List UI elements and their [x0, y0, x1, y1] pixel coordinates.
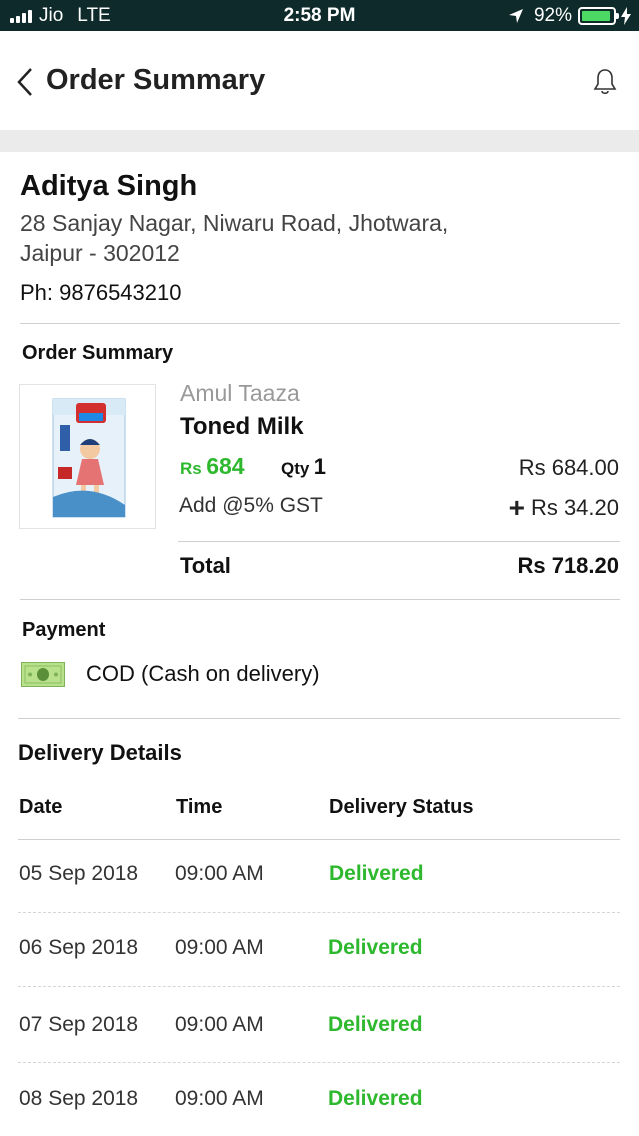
delivery-status: Delivered	[329, 862, 424, 885]
table-row: 06 Sep 2018 09:00 AM Delivered	[0, 936, 639, 976]
cash-icon	[21, 662, 65, 687]
chevron-left-icon[interactable]	[16, 67, 34, 97]
column-header-status: Delivery Status	[329, 796, 474, 818]
status-bar-right: 92%	[508, 5, 631, 27]
product-name: Toned Milk	[180, 413, 304, 440]
customer-address: 28 Sanjay Nagar, Niwaru Road, Jhotwara, …	[20, 210, 449, 266]
row-divider	[18, 986, 620, 987]
product-price: Rs 684	[180, 453, 245, 480]
delivery-time: 09:00 AM	[175, 1013, 264, 1036]
battery-icon	[578, 7, 619, 25]
charging-bolt-icon	[621, 7, 631, 25]
product-image[interactable]	[19, 384, 156, 529]
divider	[20, 323, 620, 324]
payment-heading: Payment	[22, 619, 106, 641]
delivery-status: Delivered	[328, 936, 423, 959]
gst-amount: + Rs 34.20	[508, 492, 619, 523]
delivery-date: 05 Sep 2018	[19, 862, 139, 885]
gst-label: Add @5% GST	[179, 494, 323, 517]
delivery-status: Delivered	[328, 1087, 423, 1110]
table-row: 05 Sep 2018 09:00 AM Delivered	[0, 862, 639, 902]
divider	[18, 718, 620, 719]
page-title: Order Summary	[46, 64, 266, 96]
order-summary-heading: Order Summary	[22, 342, 174, 364]
status-bar: Jio LTE 2:58 PM 92%	[0, 0, 639, 31]
divider	[20, 599, 620, 600]
divider	[18, 839, 620, 840]
row-divider	[18, 1062, 620, 1063]
header-separator-band	[0, 130, 639, 152]
qty-label: Qty	[281, 459, 310, 478]
table-row: 08 Sep 2018 09:00 AM Delivered	[0, 1087, 639, 1127]
divider	[178, 541, 620, 542]
customer-phone: Ph: 9876543210	[20, 280, 182, 305]
total-amount: Rs 718.20	[517, 553, 619, 578]
table-row: 07 Sep 2018 09:00 AM Delivered	[0, 1013, 639, 1053]
delivery-date: 07 Sep 2018	[19, 1013, 139, 1036]
product-quantity: Qty 1	[281, 454, 326, 480]
delivery-date: 08 Sep 2018	[19, 1087, 139, 1110]
qty-value: 1	[313, 454, 327, 479]
row-divider	[18, 912, 620, 913]
price-currency: Rs	[180, 459, 202, 478]
delivery-status: Delivered	[328, 1013, 423, 1036]
delivery-date: 06 Sep 2018	[19, 936, 139, 959]
location-arrow-icon	[508, 9, 523, 23]
product-brand: Amul Taaza	[180, 380, 300, 406]
column-header-time: Time	[176, 796, 223, 818]
delivery-time: 09:00 AM	[175, 936, 264, 959]
milk-pack-image	[52, 398, 126, 518]
price-value: 684	[206, 453, 245, 479]
delivery-time: 09:00 AM	[175, 862, 264, 885]
line-amount: Rs 684.00	[518, 455, 619, 480]
payment-method: COD (Cash on delivery)	[86, 661, 320, 686]
bell-icon[interactable]	[593, 68, 617, 96]
app-header: Order Summary	[0, 31, 639, 130]
delivery-details-heading: Delivery Details	[18, 740, 182, 765]
plus-icon: +	[508, 492, 525, 523]
delivery-time: 09:00 AM	[175, 1087, 264, 1110]
battery-percent: 92%	[533, 5, 572, 26]
total-label: Total	[180, 553, 231, 578]
customer-name: Aditya Singh	[20, 170, 198, 202]
column-header-date: Date	[19, 796, 63, 818]
